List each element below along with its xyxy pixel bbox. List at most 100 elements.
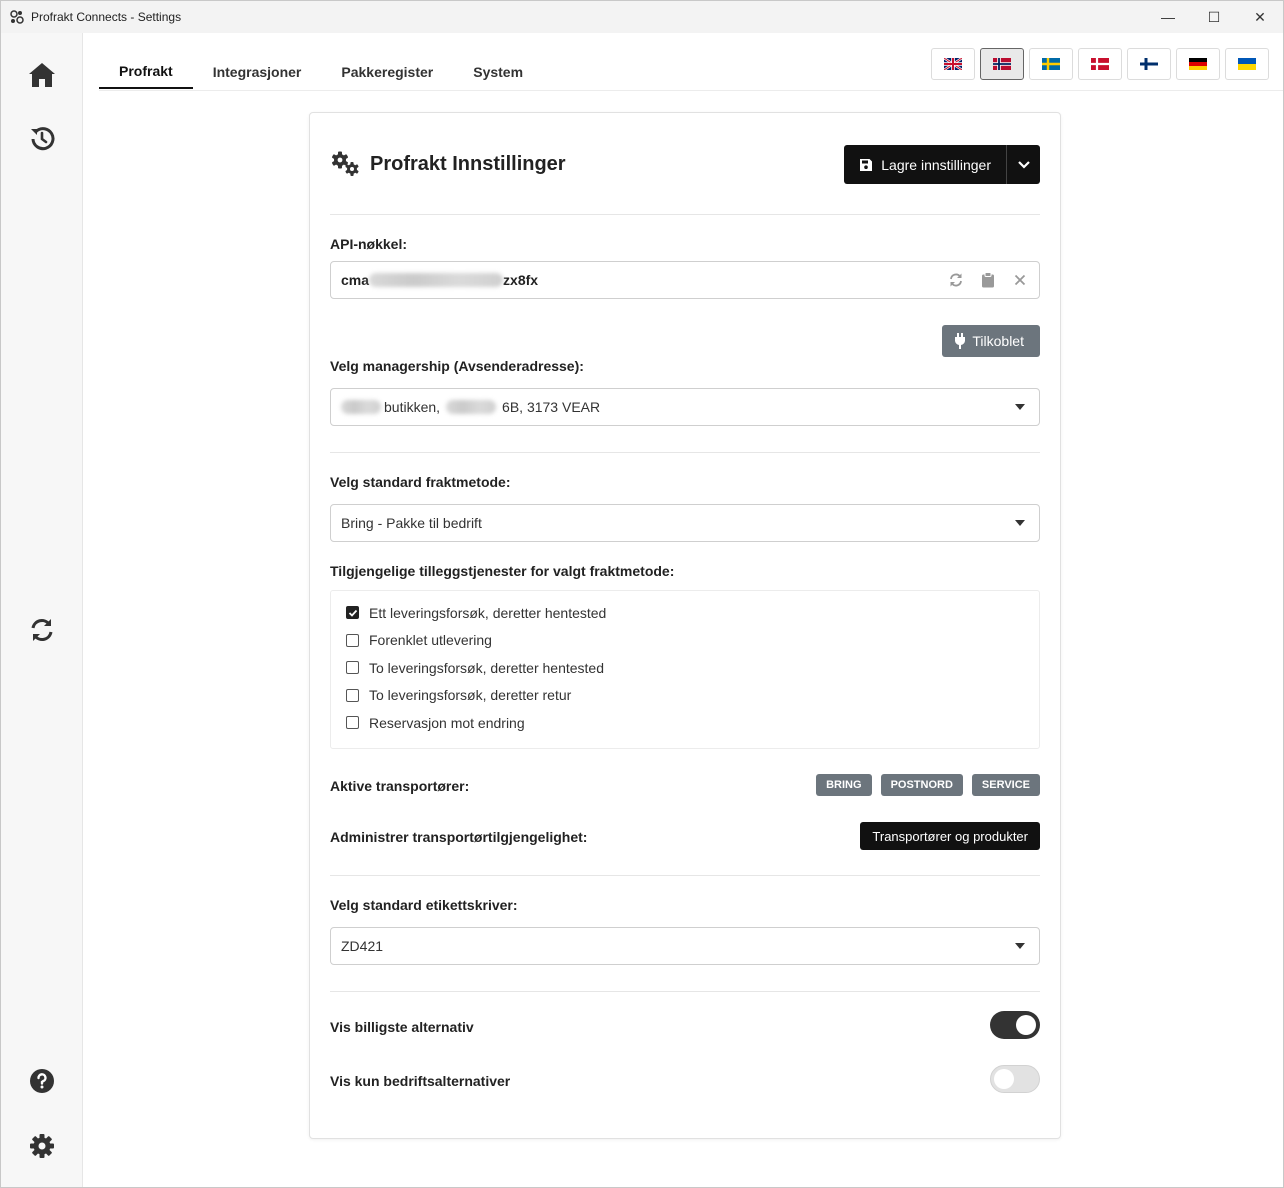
tab-system[interactable]: System — [453, 55, 543, 89]
flag-uk-icon — [944, 58, 962, 70]
section-divider — [330, 875, 1040, 876]
sidebar — [1, 33, 83, 1187]
managership-label: Velg managership (Avsenderadresse): — [330, 358, 584, 374]
gear-icon — [30, 1134, 54, 1158]
main-content: Profrakt Integrasjoner Pakkeregister Sys… — [84, 33, 1283, 1187]
home-icon — [29, 63, 55, 87]
save-options-dropdown-button[interactable] — [1007, 145, 1040, 184]
service-item[interactable]: Reservasjon mot endring — [331, 709, 1039, 737]
clear-key-button[interactable] — [1011, 271, 1029, 289]
sync-icon — [31, 619, 53, 641]
services-label: Tilgjengelige tilleggstjenester for valg… — [330, 563, 675, 579]
toggle-knob — [994, 1069, 1014, 1089]
carrier-badge-bring: BRING — [816, 774, 872, 796]
clipboard-icon — [982, 272, 994, 288]
checkbox[interactable] — [346, 633, 359, 647]
gears-icon — [332, 151, 359, 176]
title-bar: Profrakt Connects - Settings — ☐ ✕ — [1, 1, 1283, 33]
sidebar-item-settings[interactable] — [23, 1127, 61, 1165]
refresh-icon — [950, 273, 962, 287]
maximize-button[interactable]: ☐ — [1191, 1, 1237, 33]
managership-redacted-1 — [341, 400, 381, 414]
carrier-badge-service: SERVICE — [971, 774, 1040, 796]
carrier-badge-postnord: POSTNORD — [880, 774, 963, 796]
api-key-prefix: cma — [341, 272, 370, 288]
service-item[interactable]: Forenklet utlevering — [331, 627, 1039, 655]
cheapest-option-label: Vis billigste alternativ — [330, 1019, 474, 1035]
cheapest-option-toggle[interactable] — [990, 1011, 1040, 1039]
carrier-badges: BRING POSTNORD SERVICE — [816, 774, 1040, 796]
flag-ukraine-icon — [1238, 58, 1256, 70]
history-icon — [31, 127, 55, 151]
api-key-value: cma zx8fx — [341, 272, 538, 288]
sidebar-item-help[interactable] — [23, 1062, 61, 1100]
api-key-field[interactable]: cma zx8fx — [330, 261, 1040, 299]
paste-key-button[interactable] — [979, 271, 997, 289]
caret-down-icon — [1015, 404, 1025, 410]
lang-button-no[interactable] — [980, 48, 1024, 80]
help-icon — [30, 1069, 54, 1093]
close-icon — [1014, 274, 1026, 286]
api-key-label: API-nøkkel: — [330, 236, 408, 252]
freight-method-select[interactable]: Bring - Pakke til bedrift — [330, 504, 1040, 542]
app-window: Profrakt Connects - Settings — ☐ ✕ Profr… — [0, 0, 1284, 1188]
services-list: Ett leveringsforsøk, deretter hentested … — [330, 590, 1040, 749]
save-button-group: Lagre innstillinger — [844, 145, 1040, 184]
service-item[interactable]: Ett leveringsforsøk, deretter hentested — [331, 599, 1039, 627]
label-printer-value: ZD421 — [341, 938, 384, 954]
minimize-button[interactable]: — — [1145, 1, 1191, 33]
flag-denmark-icon — [1091, 58, 1109, 70]
lang-button-uk[interactable] — [1225, 48, 1269, 80]
service-label: Reservasjon mot endring — [369, 714, 525, 731]
tab-pakkeregister[interactable]: Pakkeregister — [321, 55, 453, 89]
label-printer-label: Velg standard etikettskriver: — [330, 897, 518, 913]
card-title: Profrakt Innstillinger — [370, 153, 566, 175]
managership-select[interactable]: butikken, 6B, 3173 VEAR — [330, 388, 1040, 426]
label-printer-select[interactable]: ZD421 — [330, 927, 1040, 965]
lang-button-en[interactable] — [931, 48, 975, 80]
checkbox[interactable] — [346, 688, 359, 702]
sidebar-item-home[interactable] — [23, 56, 61, 94]
plug-icon — [955, 333, 966, 349]
service-item[interactable]: To leveringsforsøk, deretter hentested — [331, 654, 1039, 682]
checkbox-checked[interactable] — [346, 606, 359, 620]
tab-bar: Profrakt Integrasjoner Pakkeregister Sys… — [99, 55, 543, 89]
lang-button-de[interactable] — [1176, 48, 1220, 80]
freight-method-label: Velg standard fraktmetode: — [330, 474, 511, 490]
connected-label: Tilkoblet — [972, 333, 1024, 349]
checkbox[interactable] — [346, 661, 359, 675]
section-divider — [330, 214, 1040, 215]
save-settings-button[interactable]: Lagre innstillinger — [844, 145, 1007, 184]
service-label: To leveringsforsøk, deretter hentested — [369, 659, 605, 676]
checkbox[interactable] — [346, 716, 359, 730]
freight-method-value: Bring - Pakke til bedrift — [341, 515, 482, 531]
lang-button-fi[interactable] — [1127, 48, 1171, 80]
caret-down-icon — [1015, 520, 1025, 526]
check-icon — [348, 609, 357, 617]
service-label: Ett leveringsforsøk, deretter hentested — [369, 604, 607, 621]
lang-button-sv[interactable] — [1029, 48, 1073, 80]
lang-button-da[interactable] — [1078, 48, 1122, 80]
language-selector — [931, 48, 1269, 80]
sidebar-item-sync[interactable] — [23, 611, 61, 649]
section-divider — [330, 452, 1040, 453]
managership-redacted-2 — [446, 400, 497, 414]
connected-status-button[interactable]: Tilkoblet — [942, 325, 1040, 357]
sidebar-item-history[interactable] — [23, 120, 61, 158]
flag-norway-icon — [993, 58, 1011, 70]
managership-value-part2: 6B, 3173 VEAR — [502, 399, 601, 415]
floppy-disk-icon — [860, 158, 873, 171]
business-only-label: Vis kun bedriftsalternativer — [330, 1073, 511, 1089]
tabs-divider — [99, 90, 1283, 91]
close-window-button[interactable]: ✕ — [1237, 1, 1283, 33]
managership-value-part1: butikken, — [384, 399, 441, 415]
tab-integrasjoner[interactable]: Integrasjoner — [193, 55, 322, 89]
refresh-key-button[interactable] — [947, 271, 965, 289]
flag-finland-icon — [1140, 58, 1158, 70]
service-label: To leveringsforsøk, deretter retur — [369, 687, 572, 704]
service-item[interactable]: To leveringsforsøk, deretter retur — [331, 682, 1039, 710]
tab-profrakt[interactable]: Profrakt — [99, 55, 193, 89]
flag-sweden-icon — [1042, 58, 1060, 70]
carriers-products-button[interactable]: Transportører og produkter — [860, 822, 1040, 850]
business-only-toggle[interactable] — [990, 1065, 1040, 1093]
